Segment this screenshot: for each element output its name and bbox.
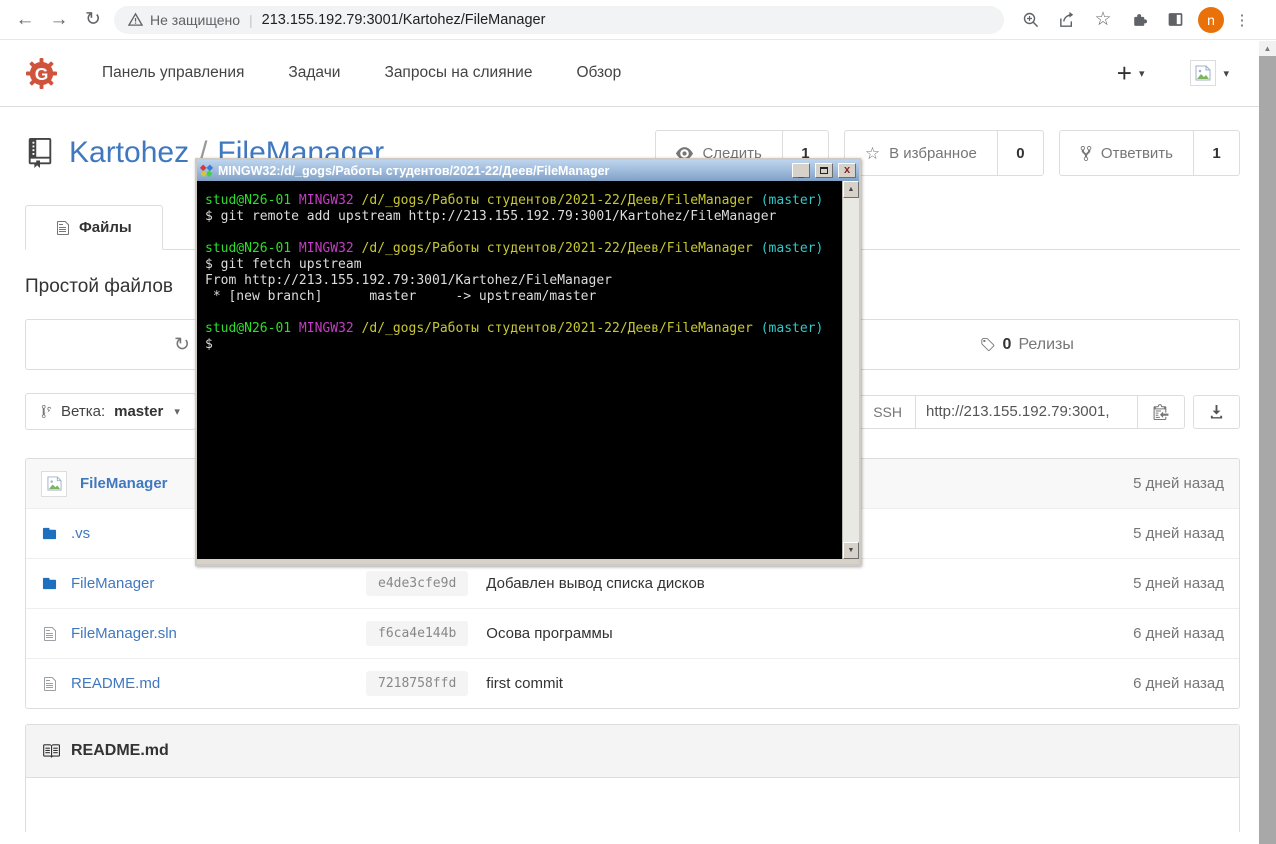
clone-url-group: HTTP SSH: [795, 394, 1240, 429]
terminal-scroll-up-icon[interactable]: ▲: [843, 181, 859, 198]
warning-icon[interactable]: [128, 12, 143, 27]
forward-icon[interactable]: →: [42, 9, 76, 31]
readme-body: [26, 778, 1239, 832]
security-label: Не защищено: [150, 11, 240, 28]
branch-icon: [41, 404, 52, 419]
file-link[interactable]: README.md: [71, 675, 366, 692]
file-icon: [41, 626, 58, 642]
repo-owner-link[interactable]: Kartohez: [69, 136, 189, 170]
scrollbar-up-icon[interactable]: ▲: [1259, 41, 1276, 56]
folder-icon: [41, 576, 58, 591]
book-icon: [43, 744, 60, 758]
terminal-title: MINGW32:/d/_gogs/Работы студентов/2021-2…: [218, 163, 610, 178]
clipboard-icon: [1153, 404, 1169, 420]
releases-link[interactable]: 0 Релизы: [980, 336, 1074, 354]
browser-chrome: ← → ↻ Не защищено | 213.155.192.79:3001/…: [0, 0, 1276, 40]
fork-count[interactable]: 1: [1193, 131, 1239, 175]
terminal-window[interactable]: MINGW32:/d/_gogs/Работы студентов/2021-2…: [195, 158, 861, 566]
maximize-button[interactable]: [815, 163, 833, 178]
screen: ← → ↻ Не защищено | 213.155.192.79:3001/…: [0, 0, 1276, 844]
minimize-button[interactable]: _: [792, 163, 810, 179]
table-row: README.md 7218758ffd first commit 6 дней…: [26, 658, 1239, 708]
terminal-body: stud@N26-01 MINGW32 /d/_gogs/Работы студ…: [197, 181, 859, 559]
star-button-group: ☆ В избранное 0: [843, 130, 1044, 176]
extensions-icon[interactable]: [1122, 10, 1156, 29]
fork-button-group: Ответвить 1: [1058, 130, 1240, 176]
maximize-icon: [820, 167, 828, 174]
reload-icon[interactable]: ↻: [76, 8, 110, 31]
tab-files[interactable]: Файлы: [25, 205, 163, 250]
folder-icon: [41, 526, 58, 541]
ssh-protocol-button[interactable]: SSH: [860, 394, 916, 429]
commit-hash[interactable]: f6ca4e144b: [366, 621, 469, 646]
committer-name[interactable]: FileManager: [80, 475, 168, 492]
committer-avatar[interactable]: [41, 470, 67, 497]
readme-title: README.md: [71, 742, 169, 759]
commit-message[interactable]: Добавлен вывод списка дисков: [486, 575, 705, 592]
history-icon[interactable]: ↻: [174, 333, 190, 356]
browser-profile-avatar[interactable]: n: [1198, 6, 1224, 33]
star-button[interactable]: ☆ В избранное: [845, 131, 997, 175]
file-link[interactable]: FileManager: [71, 575, 366, 592]
user-avatar[interactable]: [1190, 60, 1217, 86]
latest-commit-date: 5 дней назад: [1133, 475, 1224, 492]
commit-date: 5 дней назад: [1133, 575, 1224, 592]
close-button[interactable]: x: [838, 163, 856, 178]
nav-item-explore[interactable]: Обзор: [576, 64, 621, 82]
branch-caret-icon: ▾: [174, 406, 180, 418]
terminal-bottom-frame[interactable]: [197, 559, 859, 564]
terminal-app-icon: [200, 164, 213, 177]
address-bar[interactable]: Не защищено | 213.155.192.79:3001/Kartoh…: [114, 5, 1004, 34]
readme-panel: README.md: [25, 724, 1240, 832]
commit-hash[interactable]: 7218758ffd: [366, 671, 469, 696]
commit-date: 6 дней назад: [1133, 675, 1224, 692]
clone-url-input[interactable]: [916, 394, 1138, 429]
url-text[interactable]: 213.155.192.79:3001/Kartohez/FileManager: [262, 12, 546, 28]
nav-item-issues[interactable]: Задачи: [288, 64, 340, 82]
terminal-scrollbar[interactable]: ▲ ▼: [842, 181, 859, 559]
copy-url-button[interactable]: [1138, 394, 1185, 429]
file-link[interactable]: FileManager.sln: [71, 625, 366, 642]
zoom-icon[interactable]: [1014, 11, 1048, 29]
tag-icon: [981, 337, 995, 351]
gogs-logo[interactable]: G: [25, 57, 58, 90]
fork-icon: [1080, 145, 1092, 161]
terminal-scroll-down-icon[interactable]: ▼: [843, 542, 859, 559]
new-repo-caret-icon[interactable]: ▾: [1139, 67, 1145, 80]
gogs-navbar: G Панель управления Задачи Запросы на сл…: [0, 40, 1276, 107]
back-icon[interactable]: ←: [8, 9, 42, 31]
table-row: FileManager.sln f6ca4e144b Осова програм…: [26, 608, 1239, 658]
browser-menu-icon[interactable]: ⋮: [1230, 11, 1254, 29]
side-panel-icon[interactable]: [1158, 10, 1192, 29]
commit-message[interactable]: first commit: [486, 675, 563, 692]
terminal-text[interactable]: stud@N26-01 MINGW32 /d/_gogs/Работы студ…: [197, 181, 842, 559]
star-icon: ☆: [864, 143, 881, 163]
nav-item-pulls[interactable]: Запросы на слияние: [384, 64, 532, 82]
chrome-toolbar: ☆ n ⋮: [1014, 6, 1254, 33]
terminal-titlebar[interactable]: MINGW32:/d/_gogs/Работы студентов/2021-2…: [197, 160, 859, 181]
new-repo-button[interactable]: +: [1117, 58, 1132, 89]
bookmark-star-icon[interactable]: ☆: [1086, 8, 1120, 31]
repo-icon: [25, 138, 55, 168]
commit-date: 5 дней назад: [1133, 525, 1224, 542]
download-button[interactable]: [1193, 394, 1240, 429]
file-icon: [41, 676, 58, 692]
navbar-right: + ▾ ▾: [1117, 58, 1229, 89]
file-icon: [57, 220, 69, 235]
readme-header: README.md: [26, 725, 1239, 778]
page-scrollbar[interactable]: ▲: [1259, 41, 1276, 844]
user-menu-caret-icon[interactable]: ▾: [1223, 67, 1229, 80]
fork-button[interactable]: Ответвить: [1060, 131, 1193, 175]
share-icon[interactable]: [1050, 10, 1084, 29]
download-icon: [1210, 404, 1223, 419]
star-count[interactable]: 0: [996, 131, 1043, 175]
scrollbar-thumb[interactable]: [1259, 56, 1276, 844]
commit-message[interactable]: Осова программы: [486, 625, 612, 642]
commit-hash[interactable]: e4de3cfe9d: [366, 571, 469, 596]
commit-date: 6 дней назад: [1133, 625, 1224, 642]
nav-item-dashboard[interactable]: Панель управления: [102, 64, 244, 82]
omnibox-divider: |: [249, 11, 253, 28]
branch-selector[interactable]: Ветка: master ▾: [25, 393, 196, 430]
svg-text:G: G: [35, 63, 49, 83]
